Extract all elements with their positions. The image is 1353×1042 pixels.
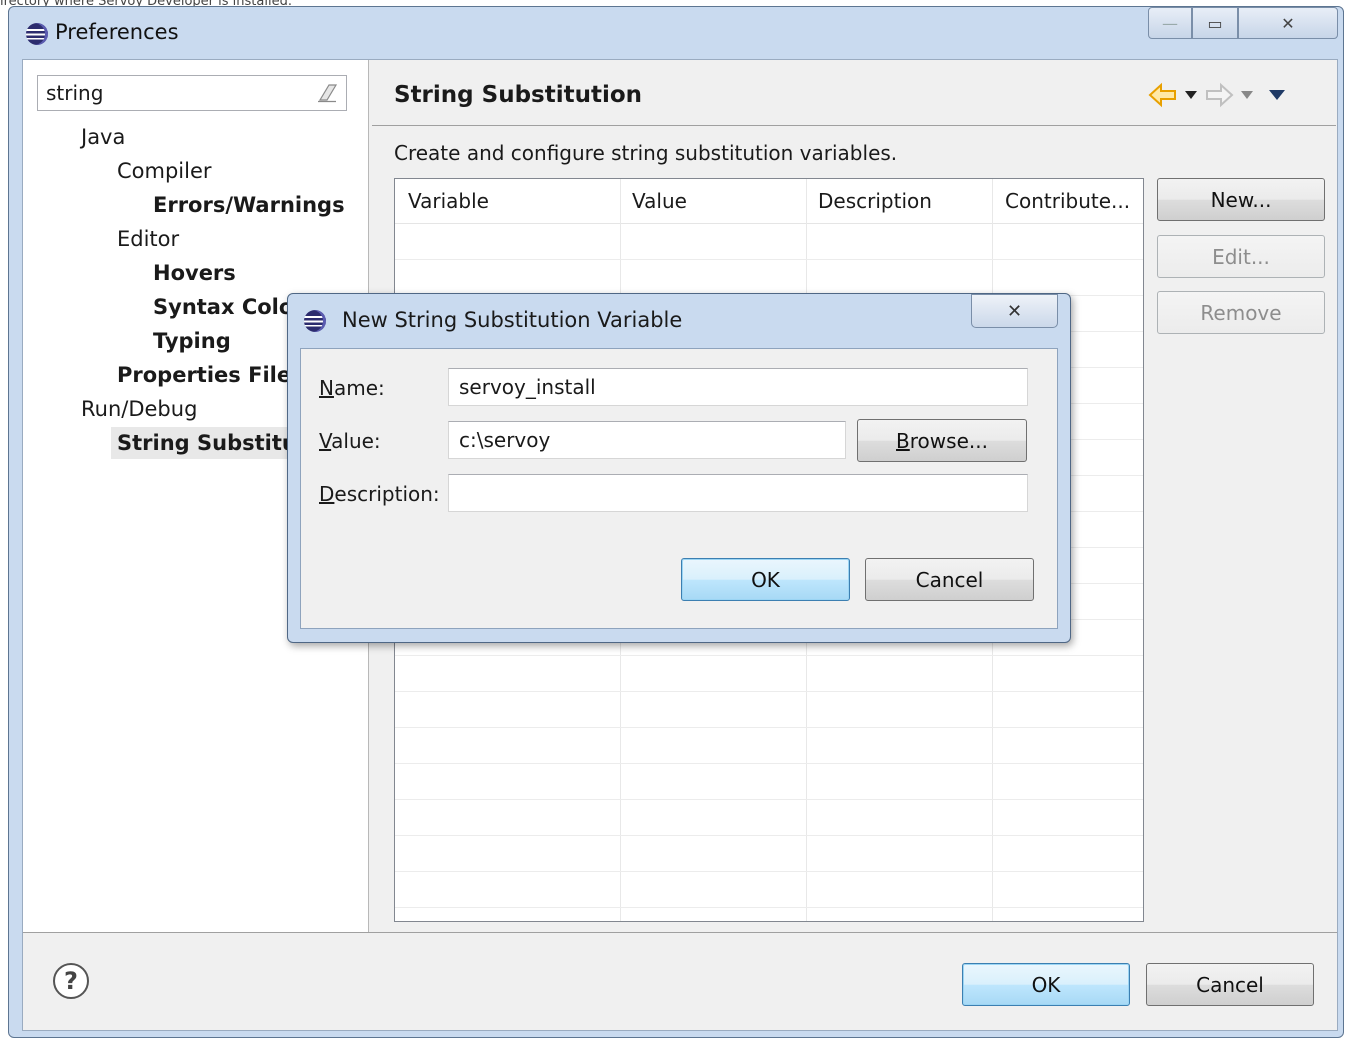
row-divider — [395, 259, 1143, 260]
tree-item-errors-warnings[interactable]: Errors/Warnings — [153, 193, 345, 217]
row-divider — [395, 691, 1143, 692]
back-dropdown-icon[interactable] — [1184, 90, 1198, 100]
column-header-contributed[interactable]: Contribute... — [1005, 189, 1130, 213]
tree-item-java[interactable]: Java — [81, 125, 125, 149]
window-controls: — ▭ ✕ — [1148, 7, 1338, 41]
maximize-button[interactable]: ▭ — [1192, 7, 1238, 39]
remove-variable-button[interactable]: Remove — [1157, 291, 1325, 334]
view-menu-icon[interactable] — [1268, 89, 1286, 101]
description-label-text: escription: — [334, 482, 440, 506]
row-divider — [395, 835, 1143, 836]
name-label-mnemonic: N — [319, 376, 334, 400]
tree-item-editor[interactable]: Editor — [117, 227, 179, 251]
filter-input[interactable]: string — [37, 75, 347, 111]
forward-dropdown-icon[interactable] — [1240, 90, 1254, 100]
cancel-button[interactable]: Cancel — [1146, 963, 1314, 1006]
tree-item-run-debug[interactable]: Run/Debug — [81, 397, 197, 421]
window-title: Preferences — [55, 20, 179, 44]
table-header: Variable Value Description Contribute... — [395, 179, 1143, 224]
browse-mnemonic: B — [896, 428, 910, 453]
row-divider — [395, 799, 1143, 800]
value-label-text: alue: — [331, 429, 381, 453]
eclipse-icon — [26, 23, 48, 45]
close-button[interactable]: ✕ — [1238, 7, 1338, 39]
value-field[interactable]: c:\servoy — [448, 421, 846, 459]
name-field[interactable]: servoy_install — [448, 368, 1028, 406]
row-divider — [395, 907, 1143, 908]
page-title: String Substitution — [394, 82, 643, 108]
browse-button[interactable]: Browse... — [857, 419, 1027, 462]
column-header-variable[interactable]: Variable — [408, 189, 489, 213]
description-label: Description: — [319, 482, 440, 506]
dialog-ok-button[interactable]: OK — [681, 558, 850, 601]
forward-arrow-icon[interactable] — [1204, 82, 1234, 108]
row-divider — [395, 655, 1143, 656]
name-label-text: ame: — [333, 376, 385, 400]
dialog-cancel-button[interactable]: Cancel — [865, 558, 1034, 601]
tree-item-hovers[interactable]: Hovers — [153, 261, 236, 285]
page-navigation — [1148, 82, 1286, 108]
description-label-mnemonic: D — [319, 482, 335, 506]
browse-text: rowse... — [909, 428, 988, 453]
dialog-eclipse-icon — [304, 310, 326, 332]
name-label: Name: — [319, 376, 385, 400]
dialog-close-button[interactable]: ✕ — [971, 294, 1058, 328]
new-variable-button[interactable]: New... — [1157, 178, 1325, 221]
column-header-description[interactable]: Description — [818, 189, 932, 213]
back-arrow-icon[interactable] — [1148, 82, 1178, 108]
dialog-title: New String Substitution Variable — [342, 308, 683, 332]
minimize-button[interactable]: — — [1148, 7, 1192, 39]
edit-variable-button[interactable]: Edit... — [1157, 235, 1325, 278]
value-label-mnemonic: V — [319, 429, 332, 453]
row-divider — [395, 871, 1143, 872]
filter-input-value: string — [46, 81, 104, 105]
title-separator — [372, 125, 1336, 126]
clear-filter-icon[interactable] — [316, 83, 338, 103]
page-description: Create and configure string substitution… — [394, 141, 898, 165]
row-divider — [395, 763, 1143, 764]
column-header-value[interactable]: Value — [632, 189, 687, 213]
value-label: Value: — [319, 429, 381, 453]
ok-button[interactable]: OK — [962, 963, 1130, 1006]
help-icon[interactable]: ? — [53, 963, 89, 999]
tree-item-compiler[interactable]: Compiler — [117, 159, 212, 183]
tree-item-typing[interactable]: Typing — [153, 329, 231, 353]
description-field[interactable] — [448, 474, 1028, 512]
row-divider — [395, 727, 1143, 728]
footer-separator — [23, 932, 1337, 933]
